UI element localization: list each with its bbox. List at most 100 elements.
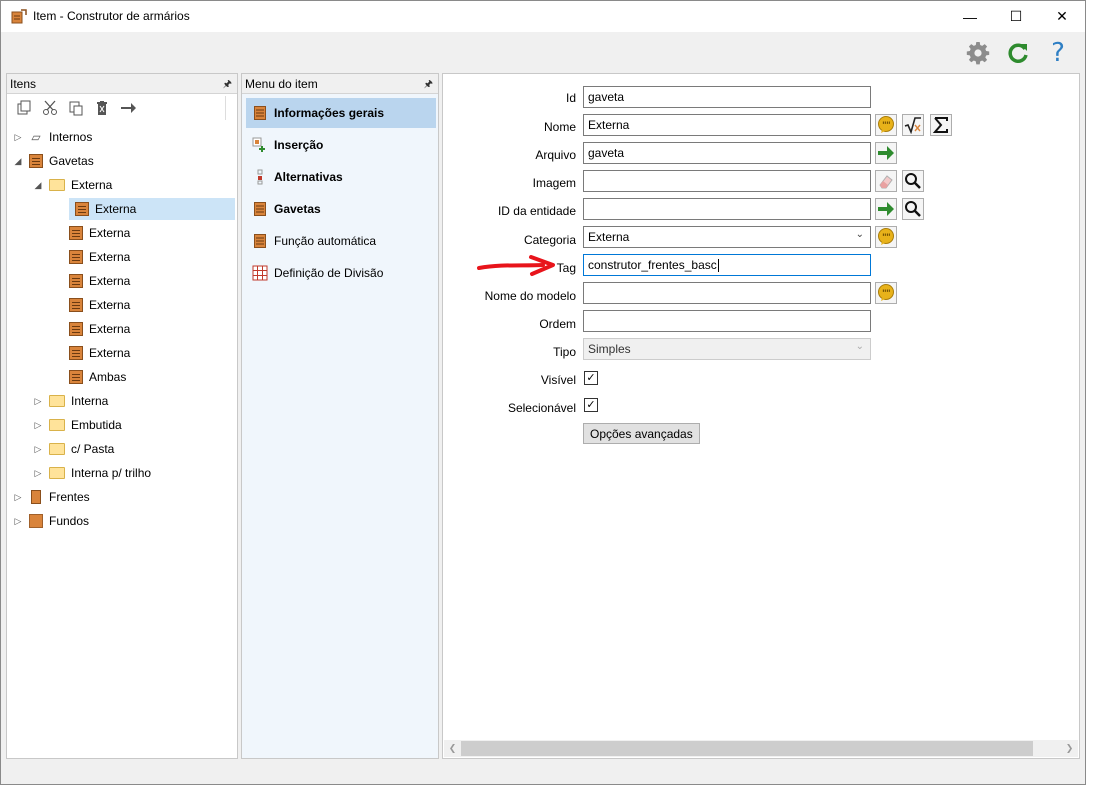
nome-modelo-translate-button[interactable]: " " — [875, 282, 897, 304]
arquivo-input[interactable]: gaveta — [583, 142, 871, 164]
paste-icon[interactable] — [67, 99, 85, 117]
arrow-right-icon[interactable] — [119, 99, 137, 117]
advanced-options-button[interactable]: Opções avançadas — [583, 423, 700, 444]
minimize-button[interactable]: — — [947, 1, 993, 32]
drawer-icon — [29, 154, 43, 168]
menu-item-label: Alternativas — [274, 170, 343, 184]
tree-item[interactable]: ▷ Interna — [7, 390, 233, 412]
tree-item-label: Interna — [71, 394, 109, 408]
expanded-toggle-icon[interactable]: ◢ — [31, 180, 45, 191]
tree-item[interactable]: Externa — [69, 198, 235, 220]
drawer-icon — [69, 346, 83, 360]
tree-item-label: Externa — [95, 202, 137, 216]
arquivo-label: Arquivo — [535, 148, 576, 162]
nome-input[interactable]: Externa — [583, 114, 871, 136]
collapsed-toggle-icon[interactable]: ▷ — [31, 396, 45, 407]
menu-item[interactable]: Gavetas — [246, 194, 436, 224]
id-entidade-search-button[interactable] — [902, 198, 924, 220]
imagem-search-button[interactable] — [902, 170, 924, 192]
tree-toolbar-scroll[interactable] — [225, 96, 235, 120]
sqrt-icon — [904, 117, 921, 134]
tree-item[interactable]: ▷ Frentes — [7, 486, 233, 508]
scroll-right-icon[interactable]: ❯ — [1061, 741, 1078, 756]
scroll-left-icon[interactable]: ❮ — [444, 741, 461, 756]
tree-item-label: c/ Pasta — [71, 442, 115, 456]
tag-input[interactable]: construtor_frentes_basc — [583, 254, 871, 276]
tree-item[interactable]: Externa — [7, 318, 233, 340]
selecionavel-label: Selecionável — [507, 401, 576, 415]
tree-item[interactable]: Externa — [7, 270, 233, 292]
speech-bubble-icon: " " — [878, 116, 894, 133]
id-input[interactable]: gaveta — [583, 86, 871, 108]
tree-item-label: Frentes — [49, 490, 90, 504]
tree-item[interactable]: Externa — [7, 222, 233, 244]
tree-item[interactable]: ▷ ▱ Internos — [7, 126, 233, 148]
menu-item-label: Definição de Divisão — [274, 266, 384, 280]
nome-value: Externa — [588, 118, 630, 132]
form-horizontal-scrollbar[interactable]: ❮ ❯ — [444, 740, 1078, 757]
collapsed-toggle-icon[interactable]: ▷ — [11, 492, 25, 503]
drawer-icon — [69, 250, 83, 264]
arquivo-go-button[interactable] — [875, 142, 897, 164]
tree-item[interactable]: Ambas — [7, 366, 233, 388]
nome-modelo-input[interactable] — [583, 282, 871, 304]
menu-item-label: Informações gerais — [274, 106, 385, 120]
front-icon — [31, 490, 41, 504]
nome-formula-button[interactable] — [902, 114, 924, 136]
tipo-select: Simples ⌄ — [583, 338, 871, 360]
visivel-checkbox[interactable]: ✓ — [584, 371, 598, 385]
collapsed-toggle-icon[interactable]: ▷ — [31, 444, 45, 455]
expanded-toggle-icon[interactable]: ◢ — [11, 156, 25, 167]
folder-icon — [49, 467, 65, 479]
internos-icon: ▱ — [31, 130, 41, 144]
menu-item[interactable]: Informações gerais — [246, 98, 436, 128]
menu-item[interactable]: Função automática — [246, 226, 436, 256]
categoria-select[interactable]: Externa ⌄ — [583, 226, 871, 248]
close-button[interactable]: ✕ — [1039, 1, 1085, 32]
menu-item[interactable]: Inserção — [246, 130, 436, 160]
tree-item[interactable]: ▷ Fundos — [7, 510, 233, 532]
refresh-button[interactable] — [1004, 39, 1032, 67]
settings-button[interactable] — [964, 39, 992, 67]
imagem-clear-button[interactable] — [875, 170, 897, 192]
tree-item[interactable]: ◢ Externa — [7, 174, 233, 196]
menu-item[interactable]: Alternativas — [246, 162, 436, 192]
pin-icon[interactable]: 🖈 — [424, 77, 433, 94]
minimize-icon: — — [963, 8, 977, 25]
tree-item[interactable]: Externa — [7, 246, 233, 268]
tree-item[interactable]: ▷ c/ Pasta — [7, 438, 233, 460]
menu-item-label: Gavetas — [274, 202, 321, 216]
menu-item[interactable]: Definição de Divisão — [246, 258, 436, 288]
speech-bubble-icon: " " — [878, 228, 894, 245]
tree-item[interactable]: ◢ Gavetas — [7, 150, 233, 172]
app-icon — [11, 9, 27, 24]
selecionavel-checkbox[interactable]: ✓ — [584, 398, 598, 412]
tree-item[interactable]: Externa — [7, 294, 233, 316]
scrollbar-thumb[interactable] — [461, 741, 1033, 756]
cut-icon[interactable] — [41, 99, 59, 117]
ordem-input[interactable] — [583, 310, 871, 332]
nome-sum-button[interactable] — [930, 114, 952, 136]
copy-icon[interactable] — [15, 99, 33, 117]
annotation-arrow-icon — [477, 255, 555, 276]
delete-icon[interactable] — [93, 99, 111, 117]
tree-item[interactable]: ▷ Embutida — [7, 414, 233, 436]
categoria-translate-button[interactable]: " " — [875, 226, 897, 248]
top-toolbar: ? — [1, 32, 1085, 73]
tree-item[interactable]: Externa — [7, 342, 233, 364]
collapsed-toggle-icon[interactable]: ▷ — [11, 516, 25, 527]
maximize-icon: ☐ — [1009, 8, 1023, 24]
help-button[interactable]: ? — [1044, 38, 1072, 68]
collapsed-toggle-icon[interactable]: ▷ — [11, 132, 25, 143]
collapsed-toggle-icon[interactable]: ▷ — [31, 420, 45, 431]
maximize-button[interactable]: ☐ — [993, 1, 1039, 32]
tree-item-label: Ambas — [89, 370, 127, 384]
id-entidade-input[interactable] — [583, 198, 871, 220]
tree-item[interactable]: ▷ Interna p/ trilho — [7, 462, 233, 484]
alternatives-icon — [252, 169, 268, 185]
id-entidade-go-button[interactable] — [875, 198, 897, 220]
nome-translate-button[interactable]: " " — [875, 114, 897, 136]
pin-icon[interactable]: 🖈 — [223, 77, 232, 94]
collapsed-toggle-icon[interactable]: ▷ — [31, 468, 45, 479]
imagem-input[interactable] — [583, 170, 871, 192]
